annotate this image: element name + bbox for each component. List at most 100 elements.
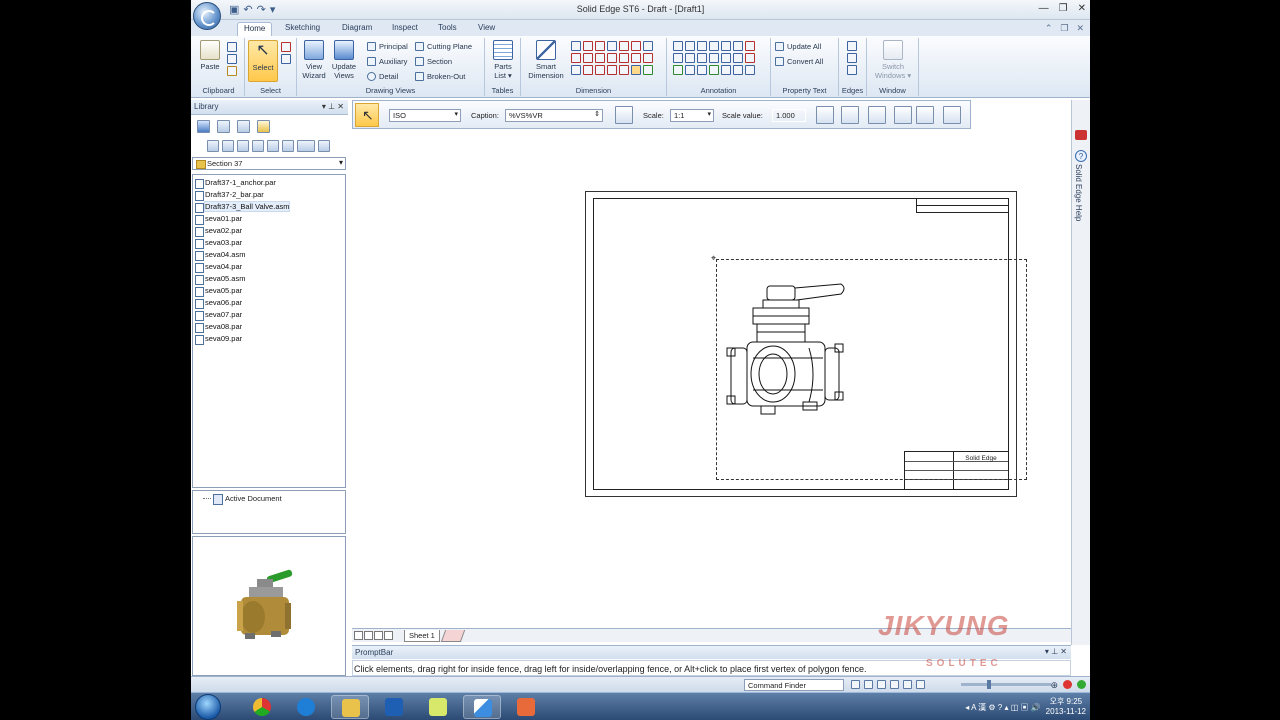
- section-button[interactable]: Section: [415, 57, 452, 66]
- cutting-plane-button[interactable]: Cutting Plane: [415, 42, 472, 51]
- promptbar-controls[interactable]: ▾ ⊥ ✕: [1045, 647, 1067, 656]
- taskbar-notes[interactable]: [419, 695, 457, 719]
- list-item[interactable]: seva05.par: [193, 285, 345, 297]
- dimension-tool-icon[interactable]: [643, 53, 653, 63]
- detail-button[interactable]: Detail: [367, 72, 398, 81]
- command-finder-input[interactable]: Command Finder: [744, 679, 844, 691]
- tab-diagram[interactable]: Diagram: [336, 22, 378, 36]
- annotation-tool-icon[interactable]: [733, 65, 743, 75]
- help-icon[interactable]: ?: [1075, 150, 1087, 162]
- edge-show-icon[interactable]: [847, 65, 857, 75]
- dimension-tool-icon[interactable]: [643, 41, 653, 51]
- ribbon-close-icon[interactable]: ✕: [1076, 23, 1084, 34]
- list-item[interactable]: seva04.asm: [193, 249, 345, 261]
- select-arrow-button[interactable]: [355, 103, 379, 127]
- solid-edge-help-tab[interactable]: Solid Edge Help: [1074, 164, 1083, 221]
- list-item[interactable]: seva04.par: [193, 261, 345, 273]
- tab-inspect[interactable]: Inspect: [386, 22, 424, 36]
- format-painter-icon[interactable]: [227, 66, 237, 76]
- annotation-tool-icon[interactable]: [745, 65, 755, 75]
- new-sheet-tab[interactable]: [440, 630, 466, 642]
- dimension-tool-icon[interactable]: [619, 65, 629, 75]
- annotation-tool-icon[interactable]: [685, 53, 695, 63]
- caption-options-icon[interactable]: [615, 106, 633, 124]
- annotation-tool-icon[interactable]: [745, 53, 755, 63]
- update-views-button[interactable]: Update Views: [329, 40, 359, 80]
- view-wizard-button[interactable]: View Wizard: [299, 40, 329, 80]
- zoom-area-icon[interactable]: [864, 680, 873, 689]
- filter-icon[interactable]: [281, 54, 291, 64]
- record-icon[interactable]: [1063, 680, 1072, 689]
- zoom-out-icon[interactable]: [916, 680, 925, 689]
- list-item[interactable]: seva08.par: [193, 321, 345, 333]
- views-icon[interactable]: [207, 140, 219, 152]
- tray-icons[interactable]: ◂ A 漢 ⚙ ? ▴ ◫ ▣ 🔊: [965, 702, 1040, 713]
- broken-out-button[interactable]: Broken-Out: [415, 72, 465, 81]
- list-item[interactable]: seva02.par: [193, 225, 345, 237]
- lock-icon[interactable]: [943, 106, 961, 124]
- dimension-tool-icon[interactable]: [643, 65, 653, 75]
- fit-icon[interactable]: [851, 680, 860, 689]
- annotation-tool-icon[interactable]: [709, 53, 719, 63]
- switch-windows-button[interactable]: Switch Windows ▾: [871, 40, 915, 80]
- convert-all-button[interactable]: Convert All: [775, 57, 823, 66]
- list-item[interactable]: seva06.par: [193, 297, 345, 309]
- principal-button[interactable]: Principal: [367, 42, 408, 51]
- last-sheet-icon[interactable]: [384, 631, 393, 640]
- upload-icon[interactable]: [1077, 680, 1086, 689]
- tab-sheet-1[interactable]: Sheet 1: [404, 630, 440, 642]
- auxiliary-button[interactable]: Auxiliary: [367, 57, 407, 66]
- forward-icon[interactable]: [252, 140, 264, 152]
- annotation-tool-icon[interactable]: [721, 41, 731, 51]
- dimension-tool-icon[interactable]: [571, 65, 581, 75]
- dimension-tool-icon[interactable]: [571, 41, 581, 51]
- dimension-tool-icon[interactable]: [607, 65, 617, 75]
- first-sheet-icon[interactable]: [354, 631, 363, 640]
- pan-icon[interactable]: [890, 680, 899, 689]
- taskbar-outlook[interactable]: [375, 695, 413, 719]
- groups-icon[interactable]: [257, 119, 270, 133]
- dimension-tool-icon[interactable]: [595, 53, 605, 63]
- edge-hide-icon[interactable]: [847, 53, 857, 63]
- library-pane-controls[interactable]: ▾ ⊥ ✕: [322, 102, 344, 111]
- zoom-icon[interactable]: [877, 680, 886, 689]
- dimension-tool-icon[interactable]: [571, 53, 581, 63]
- edge-display-icon[interactable]: [847, 41, 857, 51]
- tab-home[interactable]: Home: [237, 22, 273, 36]
- annotation-tool-icon[interactable]: [673, 53, 683, 63]
- tab-tools[interactable]: Tools: [432, 22, 463, 36]
- ribbon-restore-icon[interactable]: ❐: [1060, 23, 1068, 34]
- list-item[interactable]: seva07.par: [193, 309, 345, 321]
- dimension-tool-icon[interactable]: [631, 53, 641, 63]
- dimension-tool-icon[interactable]: [583, 65, 593, 75]
- annotation-tool-icon[interactable]: [697, 53, 707, 63]
- list-item[interactable]: Draft37-1_anchor.par: [193, 177, 345, 189]
- list-item[interactable]: Draft37-2_bar.par: [193, 189, 345, 201]
- back-icon[interactable]: [237, 140, 249, 152]
- annotation-tool-icon[interactable]: [709, 41, 719, 51]
- annotation-tool-icon[interactable]: [685, 65, 695, 75]
- start-button[interactable]: [195, 694, 221, 720]
- list-item[interactable]: seva01.par: [193, 213, 345, 225]
- ribbon-minimize-icon[interactable]: ⌃: [1045, 23, 1053, 34]
- list-item[interactable]: seva03.par: [193, 237, 345, 249]
- scale-value-input[interactable]: 1.000: [772, 109, 806, 122]
- prev-sheet-icon[interactable]: [364, 631, 373, 640]
- youtube-icon[interactable]: [1075, 130, 1087, 140]
- annotation-tool-icon[interactable]: [673, 41, 683, 51]
- dimension-tool-icon[interactable]: [607, 41, 617, 51]
- new-folder-icon[interactable]: [267, 140, 279, 152]
- list-item[interactable]: Draft37-3_Ball Valve.asm: [193, 201, 345, 213]
- dimension-tool-icon[interactable]: [619, 53, 629, 63]
- feature-library-icon[interactable]: [217, 119, 230, 133]
- scale-select[interactable]: 1:1 ▾: [670, 109, 714, 122]
- zoom-icon[interactable]: [816, 106, 834, 124]
- dimension-tool-icon[interactable]: [631, 65, 641, 75]
- dimension-tool-icon[interactable]: [595, 65, 605, 75]
- tab-view[interactable]: View: [472, 22, 501, 36]
- annotation-tool-icon[interactable]: [697, 65, 707, 75]
- list-view-icon[interactable]: [297, 140, 315, 152]
- taskbar-explorer[interactable]: [331, 695, 369, 719]
- select-tool-icon[interactable]: [281, 42, 291, 52]
- shaded-view-icon[interactable]: [894, 106, 912, 124]
